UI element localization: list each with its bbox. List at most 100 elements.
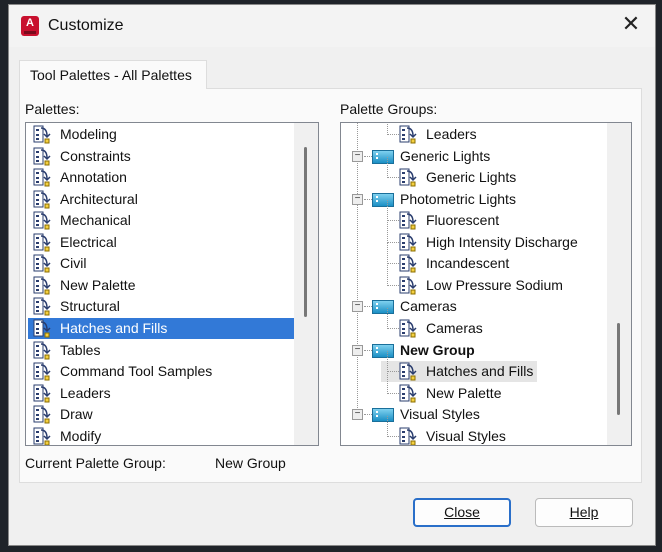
group-palette-label: High Intensity Discharge [426, 233, 578, 250]
palette-item[interactable]: Modify [28, 426, 294, 445]
group-palette-item[interactable]: Cameras [381, 307, 581, 339]
group-node[interactable]: − Visual Styles [351, 404, 531, 425]
palettes-label: Palettes: [25, 101, 80, 117]
tool-palette-icon [33, 276, 51, 295]
palette-item[interactable]: Electrical [28, 232, 294, 253]
tree-line [387, 284, 399, 286]
palettes-list[interactable]: Modeling Constraints Annotation Architectur… [25, 122, 319, 446]
group-palette-label: Cameras [426, 319, 483, 336]
tool-palette-icon [399, 211, 417, 230]
collapse-icon[interactable]: − [352, 193, 363, 205]
collapse-icon[interactable]: − [352, 409, 363, 421]
tree-line [387, 134, 399, 135]
tree-line [387, 371, 399, 373]
tool-palette-icon [399, 384, 417, 403]
tool-palette-icon [399, 427, 417, 445]
palette-item-label: Leaders [60, 384, 111, 401]
tool-palette-icon [399, 319, 417, 338]
scroll-thumb[interactable] [304, 147, 307, 317]
palette-item[interactable]: Modeling [28, 124, 294, 145]
group-label: Generic Lights [400, 147, 491, 164]
tool-palette-icon [33, 405, 51, 424]
collapse-icon[interactable]: − [352, 344, 363, 356]
tool-palette-icon [399, 233, 417, 252]
current-group-label: Current Palette Group: [25, 455, 166, 471]
close-window-icon[interactable]: ✕ [619, 13, 643, 37]
palette-item[interactable]: Annotation [28, 167, 294, 188]
scroll-thumb[interactable] [617, 323, 620, 415]
palette-group-icon [372, 300, 394, 315]
group-node[interactable]: − New Group [351, 340, 531, 361]
palette-item[interactable]: Architectural [28, 189, 294, 210]
autocad-app-icon: A [21, 16, 39, 36]
group-palette-item[interactable]: Hatches and Fills [381, 351, 537, 383]
group-label: Cameras [400, 298, 457, 315]
tree-line [387, 392, 399, 394]
palette-item-label: Electrical [60, 233, 117, 250]
group-label: Photometric Lights [400, 190, 516, 207]
palette-item-label: New Palette [60, 276, 136, 293]
tree-line [387, 307, 388, 329]
tab-tool-palettes[interactable]: Tool Palettes - All Palettes [19, 60, 207, 89]
tool-palette-icon [33, 168, 51, 187]
group-palette-item[interactable]: New Palette [381, 372, 581, 404]
palette-item-label: Annotation [60, 169, 127, 186]
palette-item[interactable]: Leaders [28, 383, 294, 404]
groups-scrollbar[interactable] [607, 123, 631, 445]
tool-palette-icon [399, 362, 417, 381]
tree-line [387, 415, 388, 437]
group-palette-label: Generic Lights [426, 169, 517, 186]
palette-item[interactable]: Structural [28, 296, 294, 317]
collapse-icon[interactable]: − [352, 301, 363, 313]
collapse-icon[interactable]: − [352, 150, 363, 162]
tree-line [364, 349, 372, 351]
group-palette-label: Low Pressure Sodium [426, 276, 563, 293]
palette-group-icon [372, 408, 394, 423]
tree-line [387, 200, 388, 222]
current-group-value: New Group [215, 455, 286, 471]
tree-line [387, 263, 399, 265]
palette-item[interactable]: New Palette [28, 275, 294, 296]
tool-palette-icon [399, 125, 417, 144]
palette-item-label: Modeling [60, 126, 117, 142]
tree-line [364, 306, 372, 308]
palette-item[interactable]: Mechanical [28, 210, 294, 231]
palette-group-icon [372, 149, 394, 164]
tree-line [387, 372, 388, 394]
group-node[interactable]: − Generic Lights [351, 146, 531, 167]
group-palette-item[interactable]: Generic Lights [381, 157, 581, 188]
tool-palette-icon [399, 254, 417, 273]
palette-group-icon [372, 192, 394, 207]
palette-item[interactable]: Command Tool Samples [28, 361, 294, 382]
help-button[interactable]: Help [535, 498, 633, 527]
group-palette-item[interactable]: High Intensity Discharge [381, 221, 581, 253]
palette-item-label: Hatches and Fills [60, 319, 168, 336]
group-palette-item[interactable]: Leaders [381, 123, 581, 145]
tool-palette-icon [33, 254, 51, 273]
group-node[interactable]: − Photometric Lights [351, 189, 531, 210]
help-button-label: Help [569, 504, 599, 520]
tool-palette-icon [33, 211, 51, 230]
group-palette-item[interactable]: Visual Styles [381, 415, 581, 445]
palette-item[interactable]: Constraints [28, 146, 294, 167]
group-palette-item[interactable]: Low Pressure Sodium [381, 264, 581, 296]
group-palette-label: Hatches and Fills [426, 363, 534, 380]
dialog-title: Customize [48, 17, 124, 34]
palette-item-label: Architectural [60, 190, 138, 207]
palette-item-label: Modify [60, 427, 102, 444]
group-node[interactable]: − Cameras [351, 296, 531, 317]
palette-item[interactable]: Hatches and Fills [28, 317, 294, 339]
group-palette-item[interactable]: Incandescent [381, 243, 581, 274]
tool-palette-icon [33, 427, 51, 445]
group-palette-label: Visual Styles [426, 427, 506, 444]
palette-groups-tree[interactable]: Leaders − Generic Lights Generic Lights − Pho… [340, 122, 632, 446]
close-button[interactable]: Close [413, 498, 511, 527]
tab-panel: Palettes: Modeling Constraints Annotation A… [19, 88, 642, 483]
palettes-scrollbar[interactable] [294, 123, 318, 445]
group-palette-item[interactable]: Fluorescent [381, 200, 581, 231]
group-palette-label: Fluorescent [426, 212, 500, 229]
palette-item[interactable]: Tables [28, 340, 294, 361]
palette-item[interactable]: Draw [28, 404, 294, 425]
tree-line [364, 414, 372, 416]
palette-item[interactable]: Civil [28, 253, 294, 274]
